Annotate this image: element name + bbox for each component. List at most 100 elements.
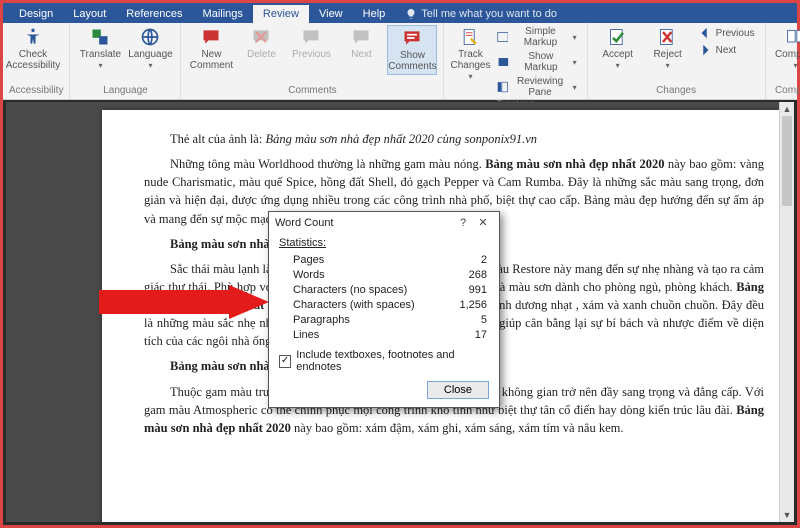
stat-paragraphs-val: 5: [481, 313, 487, 328]
dialog-title: Word Count: [275, 217, 453, 229]
stat-words: Words268: [279, 268, 489, 283]
next-comment-button: Next: [337, 25, 385, 62]
prev-comment-label: Previous: [292, 49, 331, 60]
group-accessibility: Check Accessibility Accessibility: [3, 23, 70, 99]
ribbon-tabs: Design Layout References Mailings Review…: [3, 3, 797, 23]
translate-button[interactable]: Translate: [76, 25, 124, 73]
translate-icon: [90, 27, 110, 47]
track-changes-label: Track Changes: [450, 49, 490, 71]
checkbox-icon: ✓: [279, 355, 291, 368]
close-button[interactable]: Close: [427, 381, 489, 399]
include-textboxes-label: Include textboxes, footnotes and endnote…: [296, 349, 489, 373]
doc-p2a: Những tông màu Worldhood thường là những…: [170, 157, 485, 171]
tab-help[interactable]: Help: [353, 5, 396, 23]
statistics-header: Statistics:: [279, 237, 489, 249]
next-change-label: Next: [716, 45, 737, 56]
scroll-up-button[interactable]: ▲: [780, 102, 794, 116]
tell-me-search[interactable]: Tell me what you want to do: [395, 5, 567, 23]
group-changes-label: Changes: [594, 85, 759, 98]
ribbon-groups: Check Accessibility Accessibility Transl…: [3, 23, 797, 99]
include-textboxes-checkbox[interactable]: ✓ Include textboxes, footnotes and endno…: [279, 349, 489, 373]
group-tracking: Track Changes Simple Markup Show Markup: [444, 23, 587, 99]
accept-icon: [608, 27, 628, 47]
scroll-down-button[interactable]: ▼: [780, 508, 794, 522]
group-compare-label: Compare: [772, 85, 800, 98]
new-comment-button[interactable]: New Comment: [187, 25, 235, 73]
reviewing-pane-icon: [497, 80, 508, 94]
doc-p2b: Bảng màu sơn nhà đẹp nhất 2020: [485, 157, 664, 171]
accept-button[interactable]: Accept: [594, 25, 642, 73]
scroll-thumb[interactable]: [782, 116, 792, 206]
show-comments-icon: [402, 28, 422, 48]
language-label: Language: [128, 49, 173, 60]
show-markup-icon: [497, 55, 510, 69]
group-language: Translate Language Language: [70, 23, 181, 99]
show-comments-label: Show Comments: [388, 50, 436, 72]
markup-icon: [497, 30, 509, 44]
tab-design[interactable]: Design: [9, 5, 63, 23]
tab-mailings[interactable]: Mailings: [193, 5, 253, 23]
group-changes: Accept Reject Previous Next: [588, 23, 766, 99]
dialog-body: Statistics: Pages 2 Words268 Characters (…: [269, 233, 499, 407]
prev-change-icon: [698, 26, 712, 40]
next-change-button[interactable]: Next: [694, 42, 759, 58]
stat-chars-nospace-key: Characters (no spaces): [293, 283, 407, 298]
next-comment-label: Next: [351, 49, 372, 60]
doc-p1-italic: Bảng màu sơn nhà đẹp nhất 2020 cùng sonp…: [265, 132, 537, 146]
annotation-arrow: [99, 285, 269, 319]
next-comment-icon: [351, 27, 371, 47]
show-comments-button[interactable]: Show Comments: [387, 25, 437, 75]
accessibility-icon: [23, 27, 43, 47]
prev-comment-icon: [301, 27, 321, 47]
prev-change-button[interactable]: Previous: [694, 25, 759, 41]
tab-view[interactable]: View: [309, 5, 353, 23]
stat-chars-spaces: Characters (with spaces)1,256: [279, 298, 489, 313]
tab-review[interactable]: Review: [253, 5, 309, 23]
new-comment-label: New Comment: [190, 49, 233, 71]
doc-p1: Thẻ alt của ảnh là: Bảng màu sơn nhà đẹp…: [144, 130, 764, 148]
group-comments-label: Comments: [187, 85, 437, 98]
stat-pages-val: 2: [481, 253, 487, 268]
prev-comment-button: Previous: [287, 25, 335, 62]
new-comment-icon: [201, 27, 221, 47]
group-language-label: Language: [76, 85, 174, 98]
reviewing-pane-dropdown[interactable]: Reviewing Pane: [493, 75, 581, 99]
delete-comment-icon: [251, 27, 271, 47]
vertical-scrollbar[interactable]: ▲ ▼: [779, 102, 794, 522]
reject-button[interactable]: Reject: [644, 25, 692, 73]
delete-comment-button: Delete: [237, 25, 285, 62]
group-comments: New Comment Delete Previous Next: [181, 23, 444, 99]
compare-icon: [786, 27, 800, 47]
ribbon: Design Layout References Mailings Review…: [3, 3, 797, 100]
group-compare: Compare Compare: [766, 23, 800, 99]
language-button[interactable]: Language: [126, 25, 174, 73]
stat-lines-val: 17: [475, 328, 487, 343]
dialog-titlebar[interactable]: Word Count ? ✕: [269, 212, 499, 233]
display-for-review-label: Simple Markup: [512, 26, 568, 48]
show-markup-dropdown[interactable]: Show Markup: [493, 50, 581, 74]
stat-chars-nospace: Characters (no spaces)991: [279, 283, 489, 298]
compare-label: Compare: [775, 49, 800, 60]
lightbulb-icon: [405, 8, 417, 20]
check-accessibility-label: Check Accessibility: [6, 49, 60, 71]
doc-p1-pre: Thẻ alt của ảnh là:: [170, 132, 265, 146]
check-accessibility-button[interactable]: Check Accessibility: [9, 25, 57, 73]
stat-paragraphs: Paragraphs5: [279, 313, 489, 328]
delete-comment-label: Delete: [247, 49, 276, 60]
prev-change-label: Previous: [716, 28, 755, 39]
stat-pages-key: Pages: [293, 253, 324, 268]
next-change-icon: [698, 43, 712, 57]
track-changes-icon: [460, 27, 480, 47]
compare-button[interactable]: Compare: [772, 25, 800, 73]
reviewing-pane-label: Reviewing Pane: [512, 76, 569, 98]
reject-label: Reject: [653, 49, 681, 60]
stat-chars-spaces-val: 1,256: [459, 298, 487, 313]
dialog-help-button[interactable]: ?: [453, 217, 473, 229]
tab-references[interactable]: References: [116, 5, 192, 23]
dialog-close-x[interactable]: ✕: [473, 216, 493, 229]
display-for-review-dropdown[interactable]: Simple Markup: [493, 25, 581, 49]
track-changes-button[interactable]: Track Changes: [450, 25, 490, 84]
stat-pages: Pages 2: [279, 253, 489, 268]
tab-layout[interactable]: Layout: [63, 5, 116, 23]
doc-p6c: này bao gồm: xám đậm, xám ghi, xám sáng,…: [291, 421, 624, 435]
